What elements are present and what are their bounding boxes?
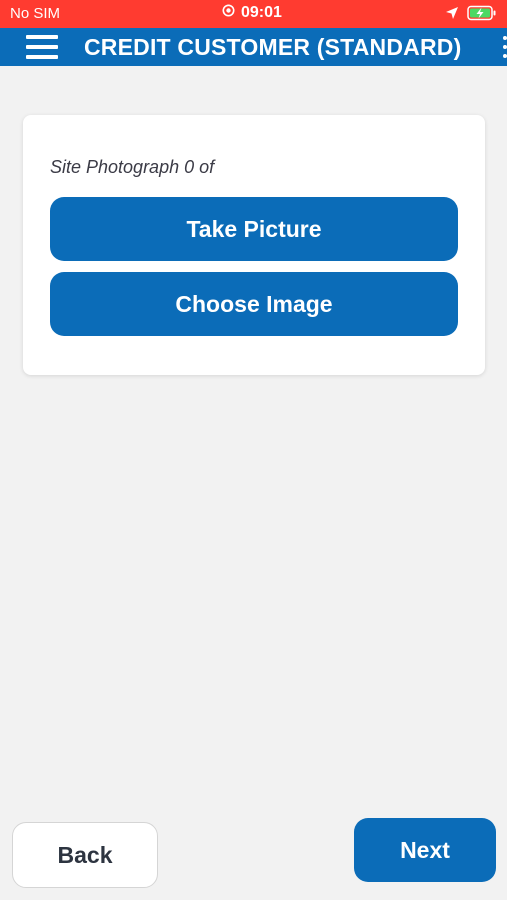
alarm-icon [222, 4, 235, 22]
status-bar: No SIM 09:01 [0, 0, 507, 28]
status-time-group: 09:01 [222, 4, 282, 22]
status-time: 09:01 [241, 4, 282, 21]
hamburger-menu-icon[interactable] [26, 32, 58, 62]
location-arrow-icon [445, 6, 459, 24]
carrier-label: No SIM [10, 5, 61, 22]
back-button[interactable]: Back [12, 822, 158, 888]
photo-card: Site Photograph 0 of Take Picture Choose… [23, 115, 485, 375]
next-button[interactable]: Next [354, 818, 496, 882]
page-title: CREDIT CUSTOMER (STANDARD) [84, 34, 462, 60]
screen: No SIM 09:01 CREDIT CUSTOMER (STANDARD) … [0, 0, 507, 900]
battery-charging-icon [467, 5, 497, 25]
more-vertical-icon[interactable] [503, 36, 507, 58]
choose-image-button[interactable]: Choose Image [50, 272, 458, 336]
take-picture-button[interactable]: Take Picture [50, 197, 458, 261]
app-header: CREDIT CUSTOMER (STANDARD) [0, 28, 507, 66]
site-photograph-label: Site Photograph 0 of [50, 157, 215, 177]
status-right-icons [445, 5, 497, 25]
